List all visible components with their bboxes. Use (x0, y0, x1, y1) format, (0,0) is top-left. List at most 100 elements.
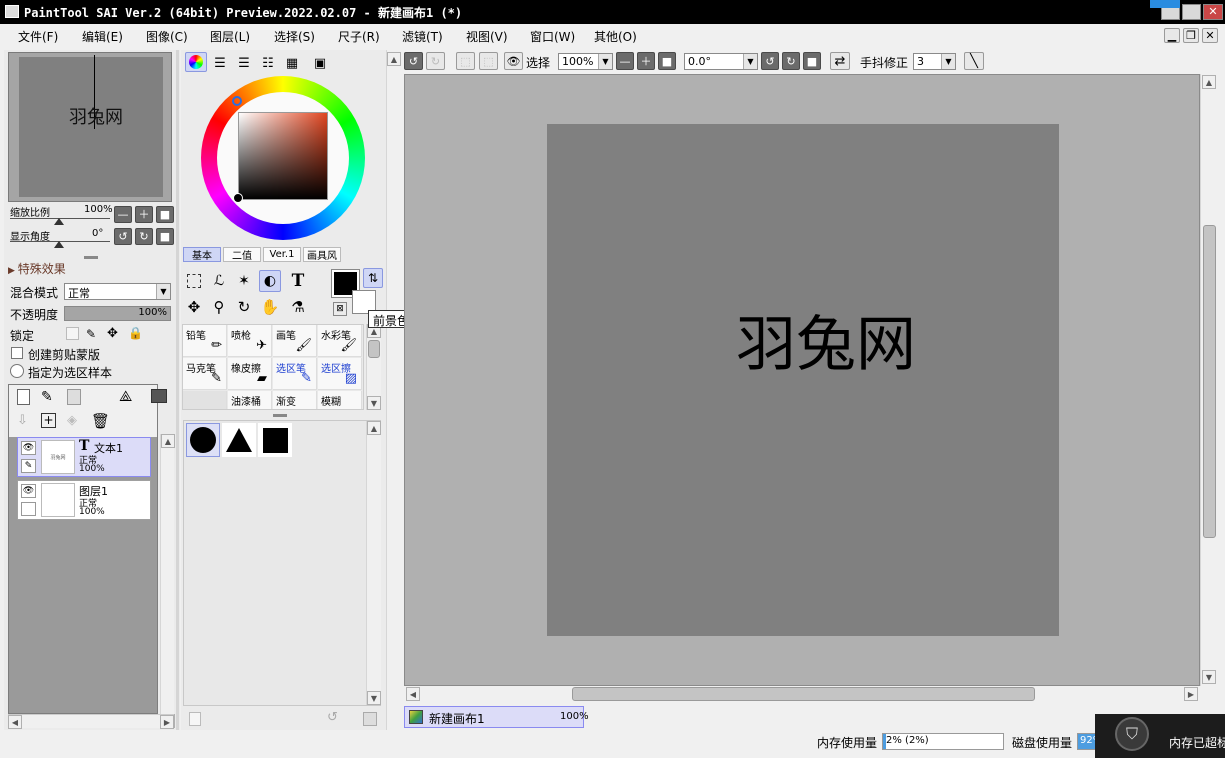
brush-scrollbar[interactable]: ▲ ▼ (366, 324, 381, 410)
close-button[interactable]: ✕ (1203, 4, 1223, 20)
new-folder-icon[interactable] (67, 389, 81, 405)
brush-marker[interactable]: 马克笔 ✎ (183, 358, 227, 390)
opacity-slider[interactable]: 100% (64, 306, 171, 321)
document-tab[interactable]: 新建画布1 100% (404, 706, 589, 728)
brush-pencil[interactable]: 铅笔 ✏ (183, 325, 227, 357)
deselect-button[interactable]: ⬚ (456, 52, 475, 70)
rotate-tool[interactable]: ↻ (233, 296, 255, 318)
flip-horizontal-button[interactable]: ⇄ (830, 52, 850, 70)
zoom-out-button[interactable]: — (114, 206, 132, 223)
undo-button[interactable]: ↺ (404, 52, 423, 70)
straight-line-button[interactable]: ╲ (964, 52, 984, 70)
canvas-zoom-reset-button[interactable]: ■ (658, 52, 676, 70)
layer-hscroll[interactable]: ◀ ▶ (8, 714, 174, 729)
menu-window[interactable]: 窗口(W) (530, 28, 575, 45)
shape-triangle[interactable] (222, 423, 256, 457)
sample-radio[interactable] (10, 364, 24, 378)
swap-colors-button[interactable]: ⇅ (363, 268, 383, 288)
rotate-reset-button[interactable]: ■ (156, 228, 174, 245)
clear-layer-icon[interactable]: ◈ (67, 413, 77, 428)
eyedropper-tool[interactable]: ⚗ (287, 296, 309, 318)
canvas-zoom-out-button[interactable]: — (616, 52, 634, 70)
brush-select-pen[interactable]: 选区笔 ✎ (273, 358, 317, 390)
brush-empty[interactable] (183, 391, 227, 409)
brush-splitter[interactable] (273, 414, 287, 417)
scroll-left-icon[interactable]: ◀ (8, 715, 22, 729)
layer-empty-box[interactable] (21, 502, 36, 516)
menu-ruler[interactable]: 尺子(R) (338, 28, 380, 45)
rotate-left-button[interactable]: ↺ (114, 228, 132, 245)
menu-edit[interactable]: 编辑(E) (82, 28, 123, 45)
canvas-rotate-left-button[interactable]: ↺ (761, 52, 779, 70)
brush-airbrush[interactable]: 喷枪 ✈ (228, 325, 272, 357)
scroll-up-icon[interactable]: ▲ (161, 434, 175, 448)
workspace-vscrollbar[interactable]: ▲ ▼ (1200, 74, 1217, 686)
new-layer-icon[interactable] (17, 389, 30, 405)
invert-select-button[interactable]: ⬚ (479, 52, 498, 70)
zoom-slider-handle[interactable] (54, 218, 64, 225)
canvas-workspace[interactable]: 羽兔网 (404, 74, 1200, 686)
move-tool[interactable]: ✥ (183, 296, 205, 318)
scroll-up-icon[interactable]: ▲ (387, 52, 401, 66)
lasso-tool[interactable]: ℒ (208, 270, 230, 292)
workspace-hscrollbar[interactable]: ◀ ▶ (404, 686, 1200, 702)
palette-tab[interactable]: ☷ (257, 52, 279, 74)
canvas-zoom-in-button[interactable]: ＋ (637, 52, 655, 70)
canvas[interactable]: 羽兔网 (547, 124, 1059, 636)
brush-scroll-thumb[interactable] (368, 340, 380, 358)
hue-marker[interactable] (232, 96, 242, 106)
doc-close-button[interactable]: ✕ (1202, 28, 1218, 43)
pen-icon[interactable]: ✎ (21, 459, 36, 473)
scratchpad-tab[interactable]: ▣ (309, 52, 331, 74)
transparent-color-icon[interactable]: ⊠ (333, 302, 347, 316)
menu-image[interactable]: 图像(C) (146, 28, 188, 45)
scroll-right-icon[interactable]: ▶ (160, 715, 174, 729)
angle-combo[interactable]: 0.0° ▼ (684, 53, 758, 70)
eye-icon[interactable]: 👁 (21, 441, 36, 455)
menu-file[interactable]: 文件(F) (18, 28, 58, 45)
scroll-up-icon[interactable]: ▲ (1202, 75, 1216, 89)
left-panel-splitter[interactable] (176, 50, 179, 740)
blend-mode-select[interactable]: 正常 ▼ (64, 283, 171, 300)
zoom-tool[interactable]: ⚲ (208, 296, 230, 318)
brush-blur[interactable]: 模糊 (318, 391, 362, 409)
lock-paint-icon[interactable]: ✎ (86, 327, 96, 341)
navigator-preview[interactable]: 羽兔网 (8, 52, 172, 202)
brush-eraser[interactable]: 橡皮擦 ▰ (228, 358, 272, 390)
brush-brush[interactable]: 画笔 🖌 (273, 325, 317, 357)
swatch-tab[interactable]: ▦ (281, 52, 303, 74)
scroll-up-icon[interactable]: ▲ (367, 421, 381, 435)
lock-all-icon[interactable]: 🔒 (128, 326, 143, 340)
color-mode-tab[interactable]: 基本 (183, 247, 221, 262)
transfer-down-icon[interactable]: ⇩ (17, 413, 28, 428)
menu-view[interactable]: 视图(V) (466, 28, 508, 45)
menu-filter[interactable]: 滤镜(T) (402, 28, 443, 45)
canvas-rotate-right-button[interactable]: ↻ (782, 52, 800, 70)
sv-marker[interactable] (233, 193, 243, 203)
brush-select-eraser[interactable]: 选区擦 ▨ (318, 358, 362, 390)
maximize-button[interactable] (1182, 4, 1201, 20)
color-wheel-tab[interactable] (185, 52, 207, 72)
workspace-vscroll-thumb[interactable] (1203, 225, 1216, 538)
layer-row[interactable]: 👁 图层1 正常 100% (17, 480, 151, 520)
notification-toast[interactable]: ⛉ 内存已超标 (1095, 714, 1225, 758)
effects-header[interactable]: ▶ 特殊效果 (8, 260, 66, 277)
shape-undo-icon[interactable]: ↺ (327, 710, 338, 725)
merge-layer-icon[interactable]: + (41, 413, 56, 428)
delete-layer-icon[interactable]: 🗑 (91, 412, 110, 430)
menu-other[interactable]: 其他(O) (594, 28, 637, 45)
scroll-right-icon[interactable]: ▶ (1184, 687, 1198, 701)
lock-move-icon[interactable]: ✥ (107, 326, 118, 341)
shape-tool[interactable]: ◐ (259, 270, 281, 292)
hsv-slider-tab[interactable]: ☰ (233, 52, 255, 74)
eye-icon[interactable]: 👁 (21, 484, 36, 498)
shape-save-icon[interactable] (363, 712, 377, 726)
clip-checkbox[interactable] (11, 347, 23, 359)
doc-restore-button[interactable]: ❐ (1183, 28, 1199, 43)
zoom-reset-button[interactable]: ■ (156, 206, 174, 223)
stabilizer-combo[interactable]: 3 ▼ (913, 53, 956, 70)
text-tool[interactable]: T (287, 270, 309, 292)
color-mode-tab[interactable]: 画具风 (303, 247, 341, 262)
lock-transparency-icon[interactable] (66, 327, 79, 340)
sv-square[interactable] (233, 112, 328, 203)
